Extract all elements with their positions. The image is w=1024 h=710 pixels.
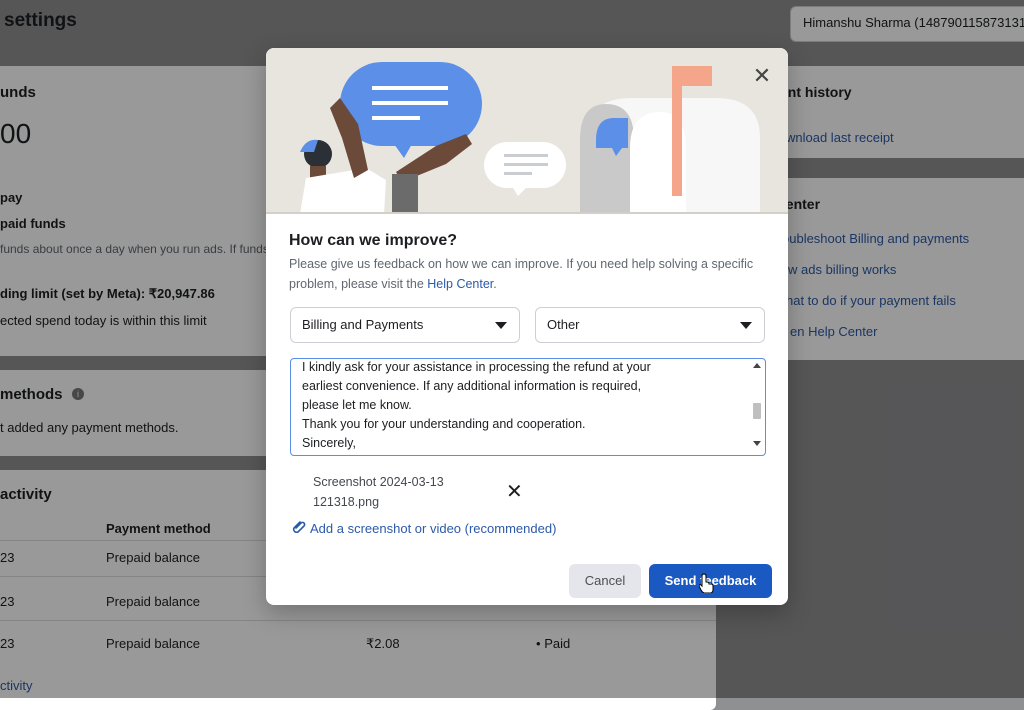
add-screenshot-link[interactable]: Add a screenshot or video (recommended) <box>292 519 556 536</box>
remove-attachment-icon[interactable]: ✕ <box>506 482 523 502</box>
attachment-name-line2: 121318.png <box>313 495 380 509</box>
description-text: Please give us feedback on how we can im… <box>289 257 754 291</box>
close-icon[interactable]: ✕ <box>750 64 774 88</box>
subcategory-select[interactable]: Other <box>535 307 765 343</box>
add-screenshot-label: Add a screenshot or video (recommended) <box>310 521 557 536</box>
hand-cursor-icon <box>699 573 714 593</box>
paperclip-icon <box>292 519 310 536</box>
feedback-line: Thank you for your understanding and coo… <box>302 417 586 431</box>
attachment-item: Screenshot 2024-03-13 121318.png <box>313 472 444 512</box>
feedback-textarea[interactable]: I kindly ask for your assistance in proc… <box>290 358 766 456</box>
dialog-description: Please give us feedback on how we can im… <box>289 254 759 294</box>
feedback-line: earliest convenience. If any additional … <box>302 379 642 393</box>
help-center-link[interactable]: Help Center <box>427 277 493 291</box>
feedback-illustration <box>266 48 788 214</box>
illustration-graphic <box>266 48 788 214</box>
subcategory-select-value: Other <box>547 317 580 332</box>
dialog-title: How can we improve? <box>289 232 458 249</box>
cancel-button[interactable]: Cancel <box>569 564 641 598</box>
attachment-name-line1: Screenshot 2024-03-13 <box>313 475 444 489</box>
caret-down-icon <box>495 322 507 329</box>
scroll-down-icon[interactable] <box>753 441 761 446</box>
description-period: . <box>493 277 497 291</box>
category-select-value: Billing and Payments <box>302 317 424 332</box>
textarea-scrollbar[interactable] <box>751 361 763 451</box>
feedback-line: Sincerely, <box>302 436 356 450</box>
feedback-line: I kindly ask for your assistance in proc… <box>302 360 651 374</box>
category-select[interactable]: Billing and Payments <box>290 307 520 343</box>
feedback-dialog: ✕ How can we improve? Please give us fee… <box>266 48 788 605</box>
feedback-line: please let me know. <box>302 398 412 412</box>
scroll-thumb[interactable] <box>753 403 761 419</box>
caret-down-icon <box>740 322 752 329</box>
scroll-up-icon[interactable] <box>753 363 761 368</box>
